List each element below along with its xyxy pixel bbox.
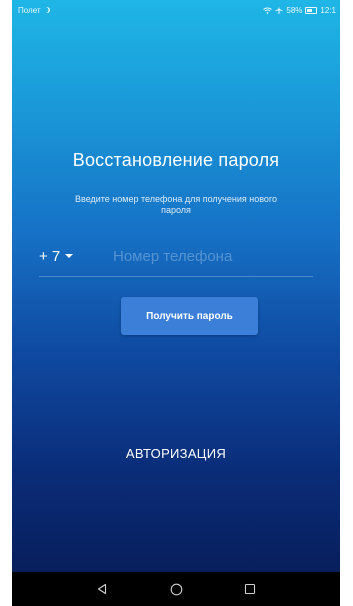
status-bar: Полет 58% 12:1 (12, 0, 340, 20)
airplane-icon (275, 6, 283, 14)
clock: 12:1 (320, 5, 336, 15)
country-code-selector[interactable]: + 7 (39, 248, 113, 265)
page-title: Восстановление пароля (72, 150, 280, 170)
status-right: 58% 12:1 (263, 6, 336, 15)
back-triangle-icon (97, 583, 107, 595)
app-screen: Полет 58% 12:1 Восстановление пароля Вве… (12, 0, 340, 606)
phone-number-input[interactable] (113, 247, 313, 265)
home-circle-icon (170, 583, 182, 595)
nav-home-button[interactable] (169, 582, 183, 596)
get-password-button[interactable]: Получить пароль (121, 297, 258, 335)
phone-input-row: + 7 (39, 245, 313, 267)
nav-recents-button[interactable] (243, 582, 257, 596)
airplane-mode-label: Полет (18, 5, 41, 15)
status-left: Полет (18, 6, 50, 15)
country-code-value: + 7 (39, 247, 61, 265)
wifi-icon (263, 7, 273, 14)
battery-icon (305, 6, 318, 14)
caret-down-icon (65, 254, 74, 258)
input-underline (39, 276, 313, 277)
recents-square-icon (244, 583, 256, 595)
authorization-link[interactable]: АВТОРИЗАЦИЯ (12, 446, 340, 461)
system-nav-bar (12, 572, 340, 606)
moon-icon (44, 7, 50, 13)
page-subtitle: Введите номер телефона для получения нов… (75, 194, 277, 215)
nav-back-button[interactable] (95, 582, 109, 596)
battery-percent: 58% (286, 5, 303, 15)
